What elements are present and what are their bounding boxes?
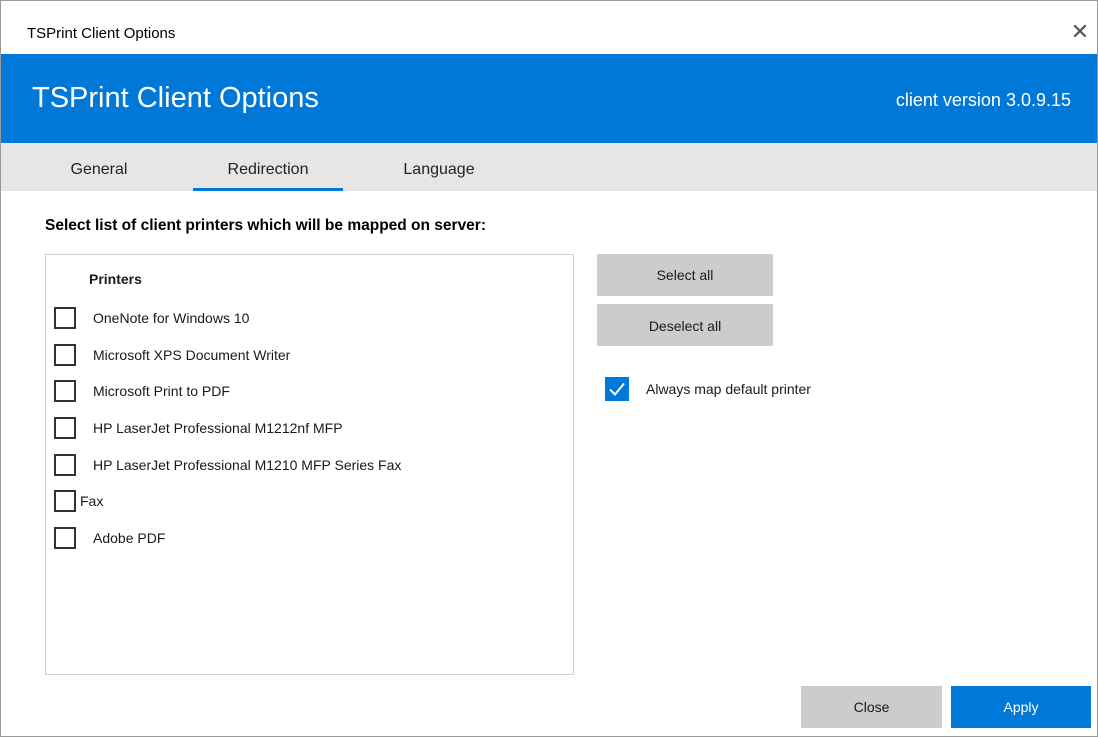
close-icon[interactable]: ✕ (1065, 17, 1095, 47)
printer-item-fax[interactable]: Fax (54, 488, 103, 514)
header-banner: TSPrint Client Options client version 3.… (1, 54, 1097, 143)
printer-label: OneNote for Windows 10 (93, 310, 250, 326)
printer-item-onenote[interactable]: OneNote for Windows 10 (54, 305, 249, 331)
tab-redirection[interactable]: Redirection (193, 143, 343, 191)
options-dialog: TSPrint Client Options ✕ TSPrint Client … (0, 0, 1098, 737)
printer-label: HP LaserJet Professional M1212nf MFP (93, 420, 343, 436)
tab-general[interactable]: General (63, 143, 135, 191)
printer-item-hp-m1212nf[interactable]: HP LaserJet Professional M1212nf MFP (54, 415, 343, 441)
close-button[interactable]: Close (801, 686, 942, 728)
tab-bar: General Redirection Language (1, 143, 1097, 191)
tab-language[interactable]: Language (393, 143, 485, 191)
always-map-label: Always map default printer (646, 381, 811, 397)
app-title: TSPrint Client Options (32, 82, 319, 114)
printer-checkbox[interactable] (54, 307, 76, 329)
printer-label: Fax (80, 493, 104, 509)
printers-column-header: Printers (89, 271, 142, 287)
printer-checkbox[interactable] (54, 380, 76, 402)
printer-checkbox[interactable] (54, 344, 76, 366)
printer-item-hp-m1210-fax[interactable]: HP LaserJet Professional M1210 MFP Serie… (54, 452, 401, 478)
apply-button[interactable]: Apply (951, 686, 1091, 728)
printer-checkbox[interactable] (54, 527, 76, 549)
printer-item-xps-writer[interactable]: Microsoft XPS Document Writer (54, 342, 290, 368)
printer-list: Printers OneNote for Windows 10 Microsof… (45, 254, 574, 675)
printer-checkbox[interactable] (54, 454, 76, 476)
printer-item-adobe-pdf[interactable]: Adobe PDF (54, 525, 165, 551)
printer-checkbox[interactable] (54, 490, 76, 512)
printer-checkbox[interactable] (54, 417, 76, 439)
checkmark-icon (609, 382, 625, 396)
always-map-default-printer-option[interactable]: Always map default printer (605, 377, 811, 401)
window-title: TSPrint Client Options (27, 25, 176, 42)
printer-label: Microsoft XPS Document Writer (93, 347, 291, 363)
deselect-all-button[interactable]: Deselect all (597, 304, 773, 346)
select-all-button[interactable]: Select all (597, 254, 773, 296)
printer-label: Microsoft Print to PDF (93, 383, 230, 399)
title-bar: TSPrint Client Options ✕ (1, 1, 1097, 54)
section-heading: Select list of client printers which wil… (45, 217, 487, 234)
printer-label: HP LaserJet Professional M1210 MFP Serie… (93, 457, 402, 473)
printer-item-print-to-pdf[interactable]: Microsoft Print to PDF (54, 378, 230, 404)
always-map-checkbox[interactable] (605, 377, 629, 401)
client-version: client version 3.0.9.15 (895, 90, 1071, 110)
printer-label: Adobe PDF (93, 530, 166, 546)
